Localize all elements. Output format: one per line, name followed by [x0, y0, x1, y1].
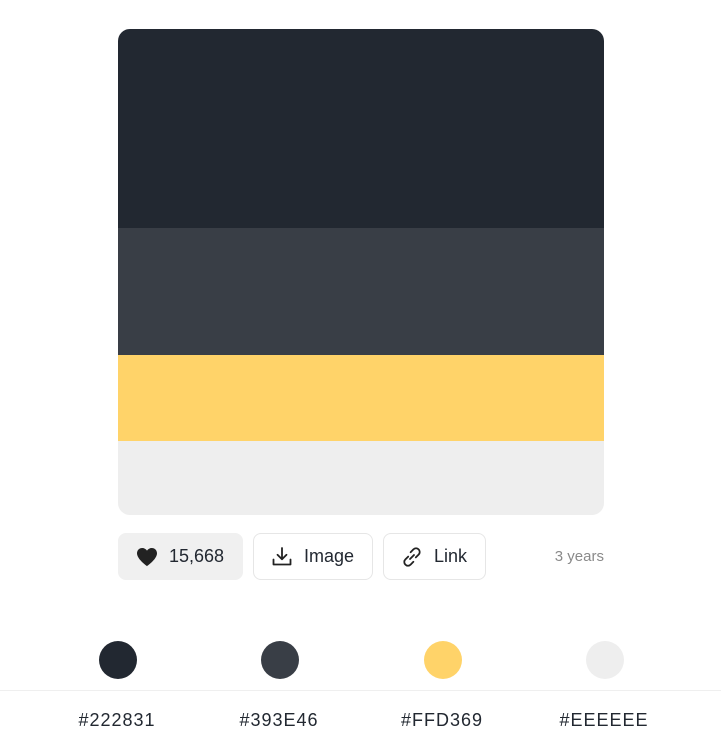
heart-icon — [135, 545, 159, 569]
palette-swatch-4[interactable] — [118, 441, 604, 515]
palette-age: 3 years — [554, 548, 604, 565]
color-dot-2[interactable] — [261, 641, 299, 679]
hex-code-2[interactable]: #393E46 — [209, 710, 349, 731]
image-button-label: Image — [304, 546, 355, 566]
hex-code-1[interactable]: #222831 — [47, 710, 187, 731]
palette-swatch-1[interactable] — [118, 29, 604, 228]
palette-actions: 15,668 Image Link 3 years — [118, 533, 604, 580]
like-button[interactable]: 15,668 — [118, 533, 243, 580]
palette-page: 15,668 Image Link 3 years #222831 #393E4… — [0, 0, 721, 746]
color-dots — [36, 641, 686, 679]
hex-code-3[interactable]: #FFD369 — [372, 710, 512, 731]
download-image-button[interactable]: Image — [253, 533, 373, 580]
hex-code-4[interactable]: #EEEEEE — [534, 710, 674, 731]
link-button-label: Link — [434, 546, 468, 566]
link-icon — [400, 545, 424, 569]
color-dot-1[interactable] — [99, 641, 137, 679]
palette-swatch-2[interactable] — [118, 228, 604, 355]
divider — [0, 690, 721, 691]
palette-card — [118, 29, 604, 515]
color-dot-4[interactable] — [586, 641, 624, 679]
hex-codes: #222831 #393E46 #FFD369 #EEEEEE — [0, 710, 721, 736]
palette-swatch-3[interactable] — [118, 355, 604, 441]
like-count: 15,668 — [169, 546, 225, 566]
copy-link-button[interactable]: Link — [383, 533, 486, 580]
color-dot-3[interactable] — [424, 641, 462, 679]
download-icon — [270, 545, 294, 569]
